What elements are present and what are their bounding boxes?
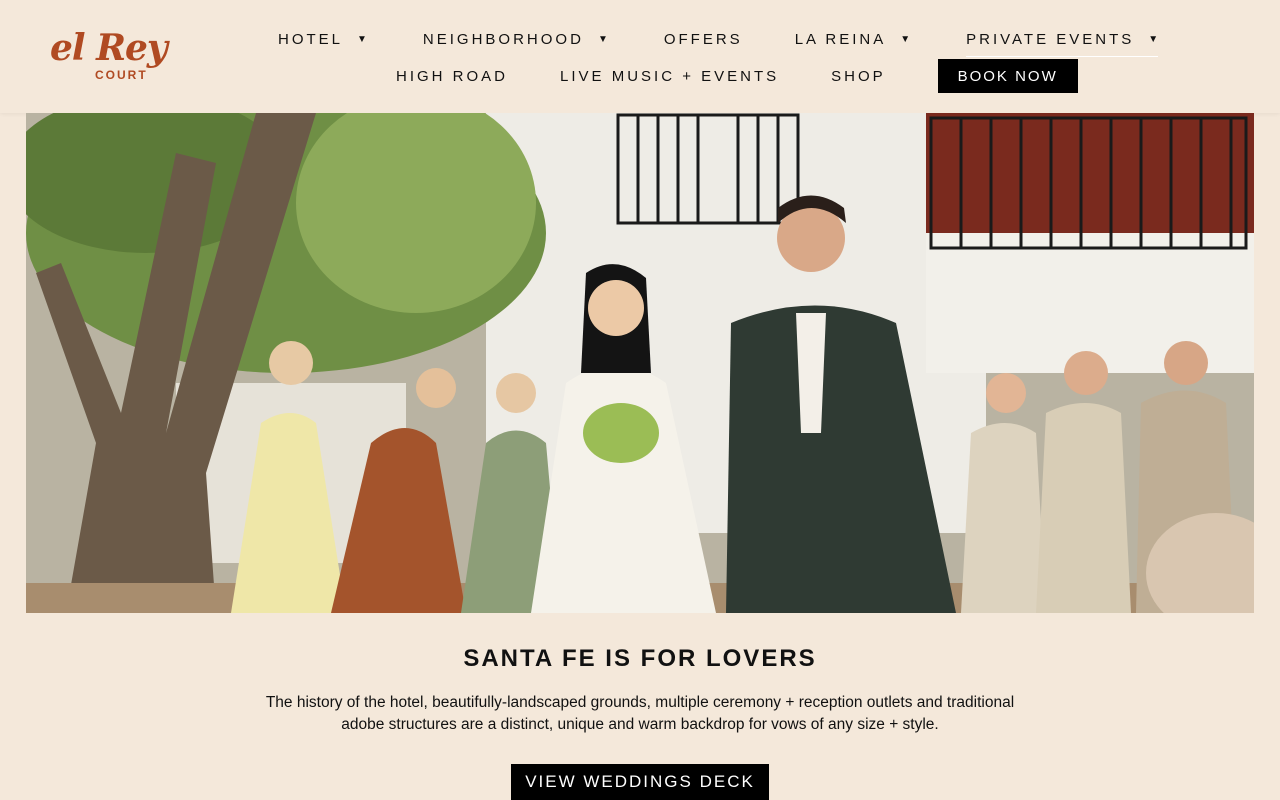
chevron-down-icon: ▼ <box>1148 33 1159 45</box>
chevron-down-icon: ▼ <box>357 34 367 45</box>
nav-shop[interactable]: SHOP <box>831 68 886 85</box>
view-weddings-deck-button[interactable]: VIEW WEDDINGS DECK <box>511 764 769 800</box>
nav-neighborhood[interactable]: NEIGHBORHOOD ▼ <box>423 29 608 51</box>
main-nav-row-2: HIGH ROAD LIVE MUSIC + EVENTS SHOP BOOK … <box>396 59 1078 93</box>
el-rey-logo[interactable]: el Rey COURT <box>50 28 195 86</box>
logo-sub: COURT <box>95 68 148 82</box>
nav-private-events[interactable]: PRIVATE EVENTS ▼ <box>966 28 1159 57</box>
nav-offers-label: OFFERS <box>663 31 743 48</box>
nav-neighborhood-label: NEIGHBORHOOD <box>422 31 584 48</box>
wedding-photo-illustration <box>26 113 1254 613</box>
chevron-down-icon: ▼ <box>900 34 911 45</box>
hero-wedding-photo <box>26 113 1254 613</box>
nav-la-reina[interactable]: LA REINA ▼ <box>795 29 910 51</box>
nav-live-music-events[interactable]: LIVE MUSIC + EVENTS <box>560 68 779 85</box>
nav-la-reina-label: LA REINA <box>794 31 887 48</box>
logo-script: el Rey <box>50 27 168 69</box>
nav-hotel-label: HOTEL <box>278 31 344 48</box>
main-nav-row-1: HOTEL ▼ NEIGHBORHOOD ▼ OFFERS LA REINA ▼… <box>278 22 1159 57</box>
section-headline: SANTA FE IS FOR LOVERS <box>463 645 817 672</box>
book-now-button[interactable]: BOOK NOW <box>937 59 1078 93</box>
site-header: el Rey COURT HOTEL ▼ NEIGHBORHOOD ▼ OFFE… <box>0 0 1280 113</box>
section-body: The history of the hotel, beautifully-la… <box>265 694 1015 733</box>
nav-offers[interactable]: OFFERS <box>664 29 743 51</box>
nav-high-road[interactable]: HIGH ROAD <box>396 68 508 85</box>
chevron-down-icon: ▼ <box>597 34 608 45</box>
nav-private-events-label: PRIVATE EVENTS <box>966 30 1135 48</box>
nav-hotel[interactable]: HOTEL ▼ <box>278 29 367 51</box>
